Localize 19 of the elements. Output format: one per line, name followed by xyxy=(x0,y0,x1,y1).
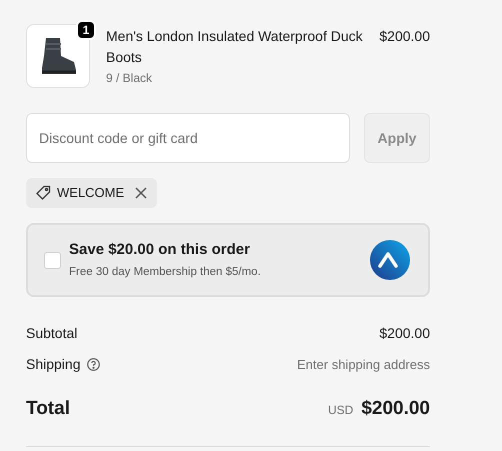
product-variant: 9 / Black xyxy=(106,70,154,87)
discount-code: WELCOME xyxy=(57,184,124,202)
shipping-label: Shipping xyxy=(26,355,80,374)
product-price: $200.00 xyxy=(379,27,430,46)
offer-title: Save $20.00 on this order xyxy=(69,240,251,260)
close-icon[interactable] xyxy=(134,186,148,200)
quantity-badge: 1 xyxy=(76,20,96,40)
logo-icon xyxy=(370,240,410,280)
membership-checkbox[interactable] xyxy=(44,252,61,268)
shipping-value: Enter shipping address xyxy=(297,356,430,374)
subtotal-label: Subtotal xyxy=(26,324,78,343)
subtotal-value: $200.00 xyxy=(379,324,430,343)
help-icon[interactable] xyxy=(86,358,100,371)
currency-code: USD xyxy=(328,402,354,419)
total-value: $200.00 xyxy=(361,397,430,421)
product-title: Men's London Insulated Waterproof Duck Boots xyxy=(106,27,364,67)
total-label: Total xyxy=(26,397,70,421)
offer-subtitle: Free 30 day Membership then $5/mo. xyxy=(69,264,262,280)
tag-icon xyxy=(35,185,51,201)
